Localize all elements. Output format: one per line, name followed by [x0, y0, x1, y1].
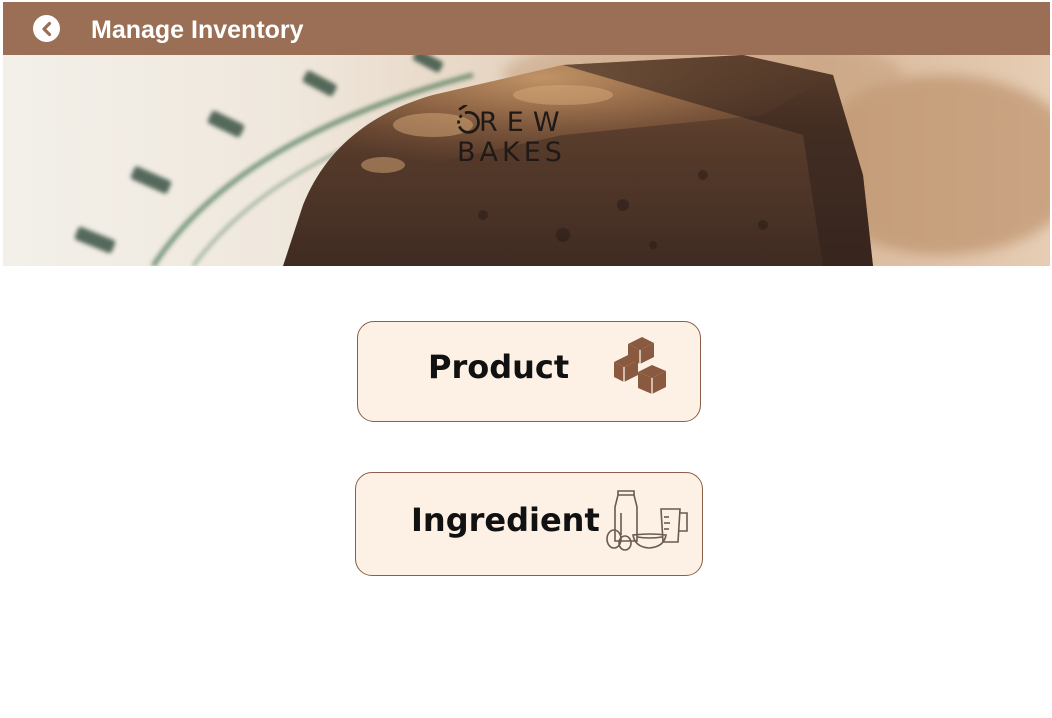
- back-button[interactable]: [33, 15, 60, 42]
- product-button-label: Product: [428, 348, 570, 386]
- manage-inventory-screen: Manage Inventory REW BAKES Product Ingre…: [0, 0, 1052, 718]
- chevron-left-icon: [41, 21, 51, 36]
- page-title: Manage Inventory: [91, 16, 304, 44]
- brand-logo: REW BAKES: [455, 102, 615, 172]
- logo-mark-icon: [457, 105, 480, 134]
- logo-text-line2: BAKES: [457, 137, 566, 168]
- ingredients-icon: [606, 490, 688, 551]
- ingredient-button-label: Ingredient: [411, 501, 600, 539]
- hero-banner: REW BAKES: [3, 55, 1050, 266]
- ingredient-button[interactable]: Ingredient: [355, 472, 703, 576]
- logo-text-line1: REW: [479, 107, 569, 138]
- boxes-icon: [614, 337, 666, 394]
- title-bar: Manage Inventory: [3, 2, 1050, 55]
- product-button[interactable]: Product: [357, 321, 701, 422]
